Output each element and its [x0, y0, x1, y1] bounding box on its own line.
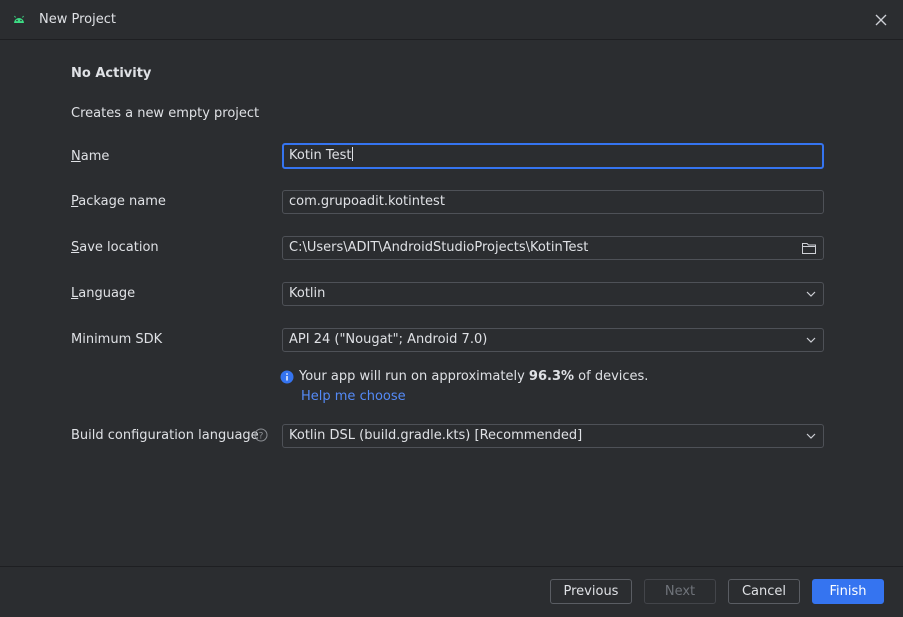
cancel-button[interactable]: Cancel — [728, 579, 800, 604]
name-field-value: Kotin Test — [289, 148, 352, 163]
chevron-down-icon — [806, 433, 816, 439]
sdk-coverage-text: Your app will run on approximately 96.3%… — [299, 369, 648, 384]
minimum-sdk-select[interactable]: API 24 ("Nougat"; Android 7.0) — [282, 328, 824, 352]
package-name-value: com.grupoadit.kotintest — [289, 194, 445, 209]
sdk-coverage-prefix: Your app will run on approximately — [299, 369, 529, 384]
language-label: Language — [71, 286, 135, 301]
finish-button[interactable]: Finish — [812, 579, 884, 604]
language-label-rest: anguage — [78, 286, 136, 301]
previous-button[interactable]: Previous — [550, 579, 632, 604]
name-label-mnemonic: N — [71, 149, 81, 164]
close-icon[interactable] — [873, 12, 889, 28]
save-location-value: C:\Users\ADIT\AndroidStudioProjects\Koti… — [289, 240, 589, 255]
template-description: Creates a new empty project — [71, 106, 260, 121]
language-value: Kotlin — [289, 286, 326, 301]
dialog-content: No Activity Creates a new empty project … — [0, 40, 903, 566]
package-label-rest: ackage name — [78, 194, 166, 209]
chevron-down-icon — [806, 337, 816, 343]
help-me-choose-link[interactable]: Help me choose — [301, 389, 406, 404]
save-location-field[interactable]: C:\Users\ADIT\AndroidStudioProjects\Koti… — [282, 236, 824, 260]
dialog-title: New Project — [39, 12, 116, 27]
svg-text:?: ? — [259, 432, 264, 442]
build-config-select[interactable]: Kotlin DSL (build.gradle.kts) [Recommend… — [282, 424, 824, 448]
name-label-rest: ame — [80, 149, 110, 164]
dialog-footer: Previous Next Cancel Finish — [0, 566, 903, 617]
language-select[interactable]: Kotlin — [282, 282, 824, 306]
package-name-label: Package name — [71, 194, 166, 209]
name-field[interactable]: Kotin Test — [282, 143, 824, 169]
dialog-titlebar: New Project — [0, 0, 903, 40]
chevron-down-icon — [806, 291, 816, 297]
build-config-value: Kotlin DSL (build.gradle.kts) [Recommend… — [289, 428, 583, 443]
name-label: Name — [71, 149, 109, 164]
minimum-sdk-value: API 24 ("Nougat"; Android 7.0) — [289, 332, 488, 347]
sdk-coverage-percent: 96.3% — [528, 369, 575, 384]
text-caret — [351, 147, 353, 161]
help-icon[interactable]: ? — [254, 428, 268, 442]
minimum-sdk-label: Minimum SDK — [71, 332, 163, 347]
package-name-field[interactable]: com.grupoadit.kotintest — [282, 190, 824, 214]
sdk-coverage-suffix: of devices. — [574, 369, 649, 384]
save-location-label: Save location — [71, 240, 159, 255]
info-icon — [280, 370, 294, 384]
build-config-label: Build configuration language — [71, 428, 259, 443]
android-icon — [14, 15, 24, 23]
folder-icon[interactable] — [801, 241, 817, 255]
next-button[interactable]: Next — [644, 579, 716, 604]
template-heading: No Activity — [71, 66, 152, 81]
save-location-label-rest: ave location — [79, 240, 159, 255]
